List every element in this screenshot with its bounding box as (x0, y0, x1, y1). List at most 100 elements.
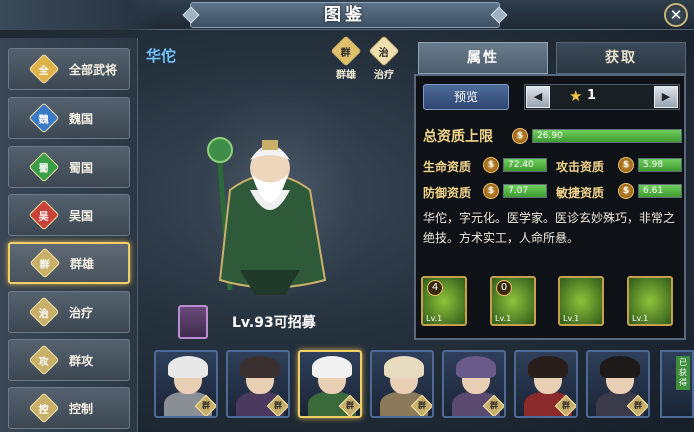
recruit-item-icon[interactable] (178, 305, 208, 339)
sidebar-icon-text: 魏 (39, 114, 49, 126)
sidebar-item-icon: 治 (28, 296, 60, 328)
star-increase-button[interactable]: ▶ (654, 86, 678, 108)
skill-slot-4[interactable]: Lv.1 (627, 276, 673, 326)
sidebar-item-icon: 控 (28, 392, 60, 424)
skill-slot-2[interactable]: 0 Lv.1 (490, 276, 536, 326)
title-right-diamond-icon (490, 6, 508, 24)
roster-portrait-4[interactable]: 群 (442, 350, 506, 418)
stat-value-defense: 7.07 (508, 186, 529, 196)
sidebar-icon-text: 群 (40, 259, 50, 271)
sidebar-item-label: 吴国 (69, 208, 94, 223)
roster-portrait-3[interactable]: 群 (370, 350, 434, 418)
title-plate: 图鉴 (182, 2, 508, 28)
owned-tag-label: 已获得 (676, 356, 690, 390)
header-ornament (0, 0, 160, 30)
level-recruit-text: Lv.93可招募 (232, 315, 316, 331)
tab-attributes[interactable]: 属性 (418, 42, 548, 74)
stat-label-agility: 敏捷资质 (556, 186, 605, 200)
skill-slot-1[interactable]: 4 Lv.1 (421, 276, 467, 326)
sidebar-item-3[interactable]: 吴 吴国 (8, 194, 130, 236)
hero-name: 华佗 (146, 47, 177, 65)
sidebar-item-4[interactable]: 群 群雄 (8, 242, 130, 284)
aptitude-coin-icon: $ (483, 157, 499, 173)
app-root: 图鉴 ✕ 全全部武将魏魏国蜀蜀国吴吴国群群雄治治疗攻群攻控控制 华佗 群 群雄 … (0, 0, 694, 432)
skill-slot-3[interactable]: Lv.1 (558, 276, 604, 326)
faction-icon-text: 群 (418, 401, 426, 410)
roster-item-owned[interactable]: 已获得 (660, 350, 694, 418)
aptitude-coin-icon: $ (483, 183, 499, 199)
total-aptitude-value: 26.90 (537, 131, 563, 141)
sidebar-item-5[interactable]: 治 治疗 (8, 291, 130, 333)
stat-value-attack: 5.98 (643, 160, 664, 170)
sidebar-item-icon: 魏 (28, 102, 60, 134)
aptitude-coin-icon: $ (618, 157, 634, 173)
star-value: 1 (587, 88, 597, 103)
stat-bar-hp: 72.40 (503, 158, 547, 172)
sidebar-item-icon: 群 (29, 247, 61, 279)
stat-value-agility: 6.61 (643, 186, 664, 196)
roster-portrait-2[interactable]: 群 (298, 350, 362, 418)
close-button[interactable]: ✕ (664, 3, 688, 27)
total-aptitude-bar: 26.90 (532, 129, 682, 143)
role-label: 治疗 (374, 70, 394, 81)
sidebar-item-label: 蜀国 (69, 160, 94, 175)
roster-portrait-5[interactable]: 群 (514, 350, 578, 418)
sidebar-item-icon: 蜀 (28, 151, 60, 183)
tab-obtain[interactable]: 获取 (556, 42, 686, 74)
aptitude-coin-icon: $ (512, 128, 528, 144)
portrait-hair (528, 356, 568, 378)
sidebar-icon-text: 蜀 (39, 163, 49, 175)
sidebar-item-label: 全部武将 (69, 62, 118, 77)
stat-value-hp: 72.40 (508, 160, 534, 170)
star-icon: ★ (569, 87, 583, 105)
sidebar-item-label: 群雄 (70, 256, 95, 271)
sidebar-item-icon: 吴 (28, 199, 60, 231)
sidebar-item-1[interactable]: 魏 魏国 (8, 97, 130, 139)
skill-3-level: Lv.1 (563, 314, 580, 323)
sidebar-item-label: 群攻 (69, 353, 94, 368)
stat-bar-agility: 6.61 (638, 184, 682, 198)
roster-portrait-1[interactable]: 群 (226, 350, 290, 418)
sidebar: 全 全部武将魏 魏国蜀 蜀国吴 吴国群 群雄治 治疗攻 群攻控 控制 (0, 38, 138, 432)
star-stepper: ◀ ★ 1 ▶ (524, 84, 680, 110)
portrait-hair (600, 356, 640, 378)
roster-portrait-0[interactable]: 群 (154, 350, 218, 418)
preview-button[interactable]: 预览 (423, 84, 509, 110)
sidebar-item-label: 魏国 (69, 111, 94, 126)
sidebar-icon-text: 全 (39, 65, 49, 77)
skill-1-level: Lv.1 (426, 314, 443, 323)
sidebar-item-0[interactable]: 全 全部武将 (8, 48, 130, 90)
aptitude-coin-icon: $ (618, 183, 634, 199)
sidebar-icon-text: 攻 (39, 356, 49, 368)
skill-2-cost: 0 (496, 280, 512, 296)
skill-4-level: Lv.1 (632, 314, 649, 323)
sidebar-icon-text: 治 (39, 308, 49, 320)
attributes-panel: 预览 ◀ ★ 1 ▶ 总资质上限 $ 26.90 生命资质 $ 72.40 攻击… (414, 74, 686, 340)
sidebar-item-2[interactable]: 蜀 蜀国 (8, 146, 130, 188)
role-icon-text: 治 (379, 47, 389, 59)
total-aptitude-label: 总资质上限 (423, 129, 493, 145)
sidebar-item-6[interactable]: 攻 群攻 (8, 339, 130, 381)
sidebar-item-label: 控制 (69, 401, 94, 416)
sidebar-item-7[interactable]: 控 控制 (8, 387, 130, 429)
roster-portrait-6[interactable]: 群 (586, 350, 650, 418)
portrait-hair (312, 356, 352, 378)
role-badge: 治 治疗 (368, 35, 400, 81)
stat-label-attack: 攻击资质 (556, 160, 605, 174)
faction-icon-text: 群 (274, 401, 282, 410)
faction-icon: 群 (330, 35, 362, 67)
portrait-hair (240, 356, 280, 378)
portrait-hair (384, 356, 424, 378)
stat-label-defense: 防御资质 (423, 186, 472, 200)
faction-icon-text: 群 (341, 47, 351, 59)
header-bar: 图鉴 ✕ (0, 0, 694, 30)
stat-label-hp: 生命资质 (423, 160, 472, 174)
stat-bar-defense: 7.07 (503, 184, 547, 198)
sidebar-icon-text: 吴 (39, 211, 49, 223)
faction-badge: 群 群雄 (330, 35, 362, 81)
faction-icon-text: 群 (490, 401, 498, 410)
hero-figure (207, 137, 327, 295)
faction-icon-text: 群 (562, 401, 570, 410)
faction-icon-text: 群 (346, 401, 354, 410)
star-decrease-button[interactable]: ◀ (526, 86, 550, 108)
